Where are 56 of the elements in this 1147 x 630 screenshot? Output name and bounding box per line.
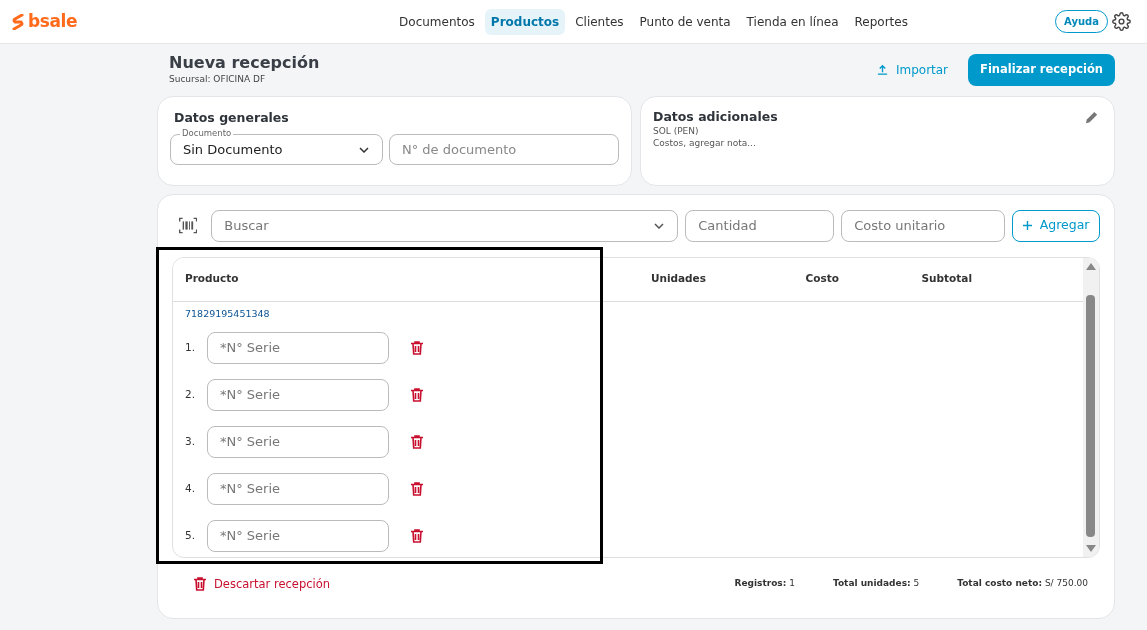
scrollbar[interactable] — [1083, 257, 1099, 557]
currency-label: SOL (PEN) — [653, 124, 700, 137]
product-code: 71829195451348 — [184, 307, 270, 320]
serial-number-field[interactable]: *N° Serie — [207, 378, 389, 411]
serial-number-field[interactable]: *N° Serie — [207, 331, 389, 364]
product-search-field[interactable]: Buscar — [211, 209, 679, 242]
upload-icon — [876, 64, 888, 76]
trash-icon — [194, 577, 206, 592]
document-number-field[interactable]: N° de documento — [389, 134, 619, 166]
column-header: Subtotal — [920, 271, 972, 287]
row-number: 2. — [185, 386, 197, 402]
scroll-down-icon[interactable] — [1086, 544, 1096, 552]
row-number: 5. — [185, 527, 197, 543]
trash-icon[interactable] — [411, 387, 423, 402]
column-header: Producto — [184, 271, 240, 287]
trash-icon[interactable] — [411, 340, 423, 355]
chevron-down-icon — [654, 222, 665, 229]
serial-number-field[interactable]: *N° Serie — [207, 425, 389, 458]
total-text: Total costo neto: S/ 750.00 — [957, 577, 1088, 591]
column-header: Unidades — [649, 271, 706, 287]
plus-icon — [1022, 221, 1032, 230]
logo-icon — [12, 13, 24, 30]
nav-tab[interactable]: Punto de venta — [633, 8, 737, 35]
nav-tab[interactable]: Productos — [484, 8, 566, 35]
row-number: 3. — [185, 433, 197, 449]
discard-button[interactable]: Descartar recepción — [194, 575, 331, 593]
row-number: 1. — [185, 339, 197, 355]
barcode-icon[interactable] — [179, 217, 198, 234]
trash-icon[interactable] — [411, 528, 423, 543]
logo-text: bsale — [28, 9, 77, 33]
chevron-down-icon — [359, 147, 369, 154]
nav-tab[interactable]: Reportes — [848, 8, 914, 35]
trash-icon[interactable] — [411, 481, 423, 496]
field-label: Documento — [180, 129, 234, 138]
scroll-up-icon[interactable] — [1086, 262, 1096, 270]
branch-label: Sucursal: OFICINA DF — [169, 73, 267, 86]
help-button[interactable]: Ayuda — [1055, 10, 1108, 33]
card-title: Datos generales — [173, 108, 290, 127]
nav-tab[interactable]: Clientes — [569, 8, 630, 35]
quantity-field[interactable]: Cantidad — [685, 209, 835, 242]
nav-tab[interactable]: Documentos — [393, 8, 481, 35]
serial-number-field[interactable]: *N° Serie — [207, 519, 389, 552]
row-number: 4. — [185, 480, 197, 496]
edit-icon[interactable] — [1084, 109, 1099, 125]
unit-cost-field[interactable]: Costo unitario — [841, 209, 1006, 242]
trash-icon[interactable] — [411, 434, 423, 449]
nav-tab[interactable]: Tienda en línea — [740, 8, 845, 35]
scrollbar-thumb[interactable] — [1086, 294, 1095, 537]
total-text: Registros: 1 — [734, 577, 795, 591]
settings-icon[interactable] — [1112, 12, 1131, 31]
note-text: Costos, agregar nota... — [653, 136, 757, 149]
card-title: Datos adicionales — [653, 108, 778, 125]
column-header: Costo — [804, 271, 839, 287]
serial-number-field[interactable]: *N° Serie — [207, 472, 389, 505]
page-title: Nueva recepción — [169, 53, 320, 73]
total-text: Total unidades: 5 — [832, 577, 920, 591]
